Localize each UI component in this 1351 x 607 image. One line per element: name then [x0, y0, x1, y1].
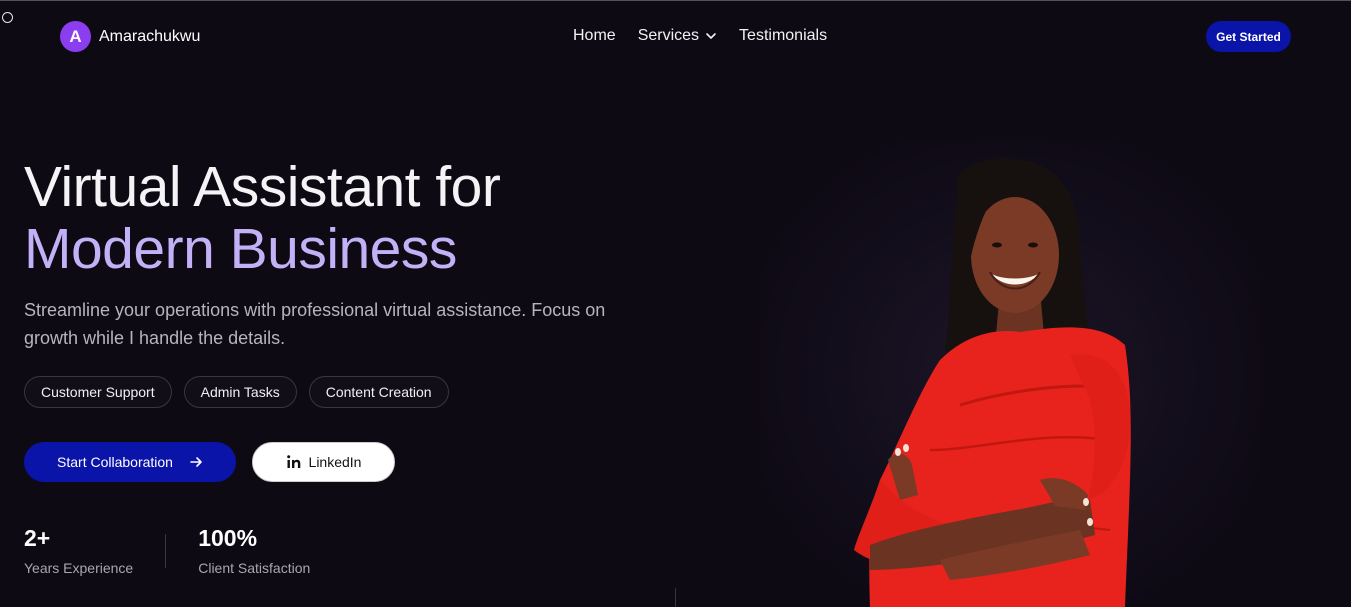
start-collaboration-label: Start Collaboration	[57, 454, 173, 470]
stat-experience: 2+ Years Experience	[24, 524, 133, 576]
arrow-right-icon	[190, 457, 202, 467]
linkedin-button[interactable]: LinkedIn	[252, 442, 395, 482]
chevron-down-icon	[706, 33, 716, 39]
stat-label: Years Experience	[24, 560, 134, 576]
nav-testimonials[interactable]: Testimonials	[739, 27, 827, 45]
hero-subtitle: Streamline your operations with professi…	[24, 300, 606, 348]
start-collaboration-button[interactable]: Start Collaboration	[24, 442, 236, 482]
stat-label: Client Satisfaction	[198, 560, 311, 576]
portrait-photo	[854, 158, 1131, 607]
tag-customer-support: Customer Support	[24, 376, 172, 408]
scroll-indicator-line	[675, 588, 676, 607]
stat-value: 2+	[24, 525, 51, 551]
stat-satisfaction: 100% Client Satisfaction	[198, 524, 310, 576]
avatar: A	[60, 21, 91, 52]
linkedin-label: LinkedIn	[308, 454, 362, 470]
stats-row: 2+ Years Experience 100% Client Satisfac…	[24, 524, 310, 576]
cursor-indicator	[2, 12, 13, 23]
stat-value: 100%	[198, 525, 258, 551]
stat-divider	[165, 534, 167, 568]
main-nav: Home Services Testimonials	[573, 27, 827, 45]
nav-home[interactable]: Home	[573, 27, 616, 45]
nav-services[interactable]: Services	[638, 27, 717, 45]
tag-content-creation: Content Creation	[308, 376, 449, 408]
brand-logo[interactable]: A Amarachukwu	[60, 21, 200, 52]
brand-name: Amarachukwu	[99, 27, 201, 45]
tag-admin-tasks: Admin Tasks	[183, 376, 297, 408]
nav-services-label: Services	[637, 27, 700, 44]
hero-title-line2: Modern Business	[24, 217, 457, 281]
linkedin-icon	[286, 455, 300, 468]
hero-title-line1: Virtual Assistant for	[24, 155, 501, 219]
get-started-button[interactable]: Get Started	[1206, 21, 1291, 52]
window-top-border	[0, 0, 1351, 1]
service-tags: Customer Support Admin Tasks Content Cre…	[24, 376, 449, 408]
hero-title: Virtual Assistant for Modern Business	[24, 155, 501, 281]
